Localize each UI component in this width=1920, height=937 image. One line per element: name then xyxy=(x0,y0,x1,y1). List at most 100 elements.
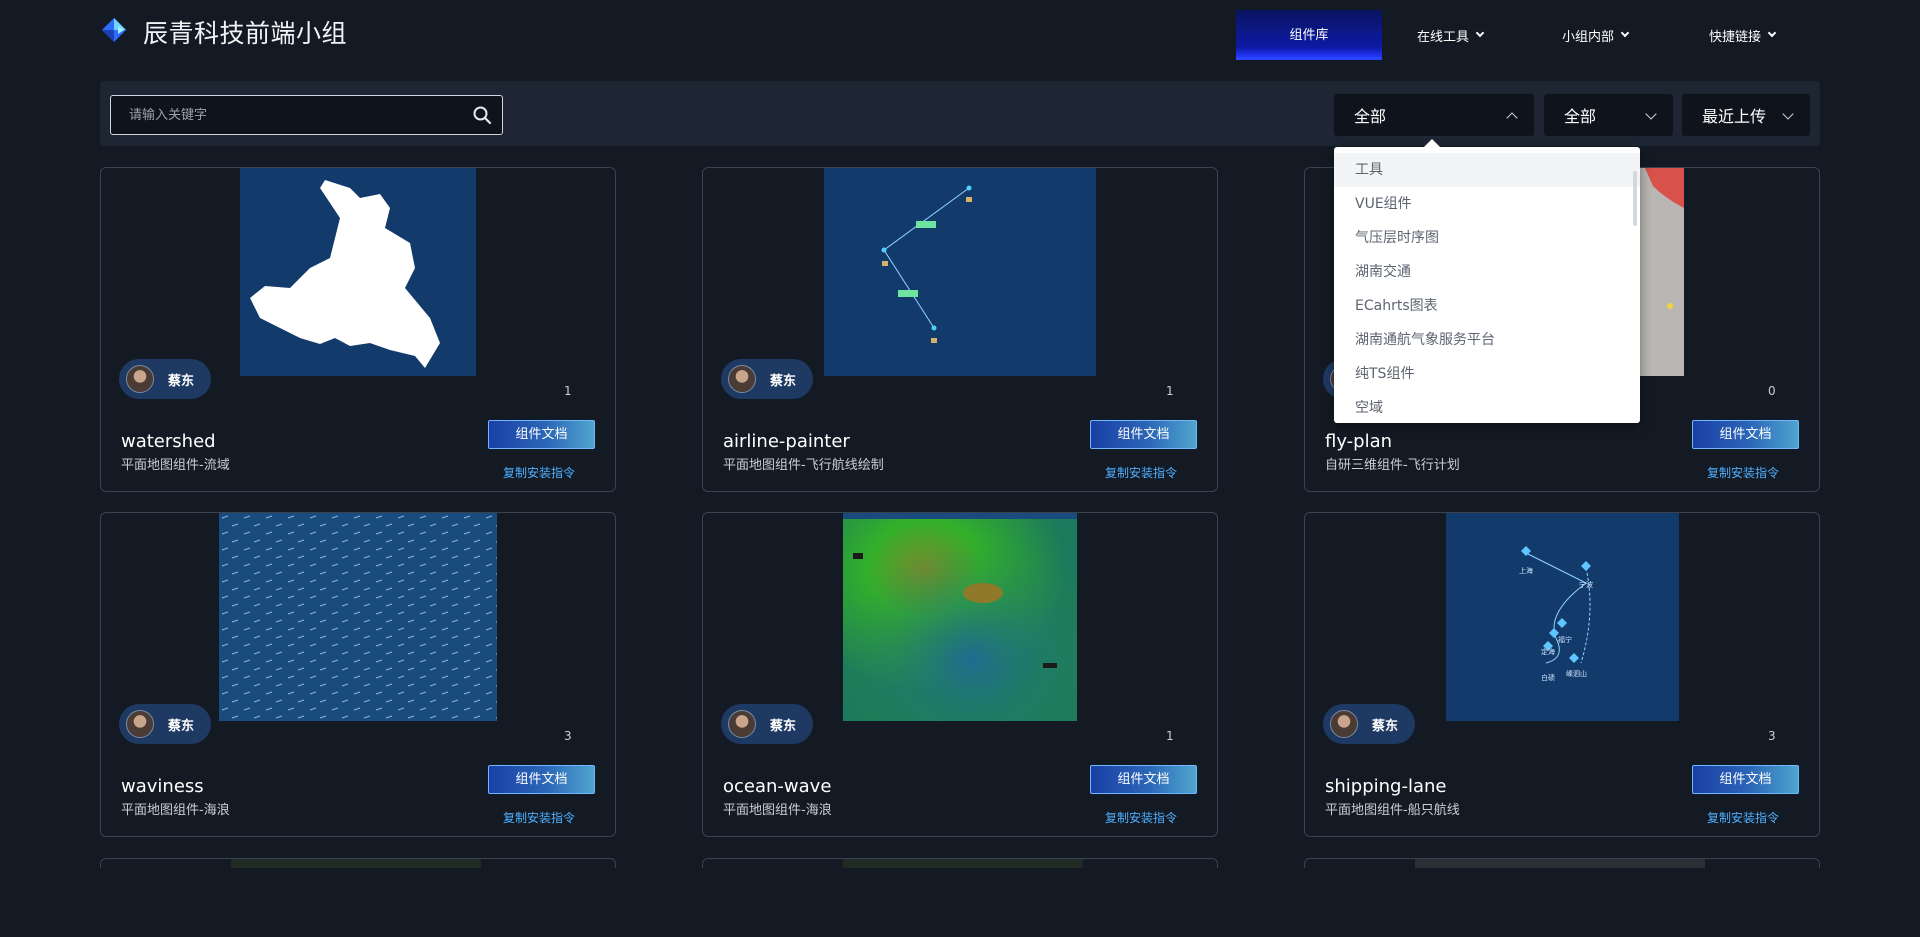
author-badge: 蔡东 xyxy=(721,359,813,399)
copy-install-link[interactable]: 复制安装指令 xyxy=(1707,464,1779,481)
author-name: 蔡东 xyxy=(770,373,797,389)
nav-label: 组件库 xyxy=(1289,28,1329,43)
component-doc-button[interactable]: 组件文档 xyxy=(1692,765,1799,794)
component-card[interactable]: 蔡东 1 ocean-wave 平面地图组件-海浪 组件文档 复制安装指令 xyxy=(702,512,1218,837)
sort-select-value: 最近上传 xyxy=(1702,107,1767,126)
nav-component-library[interactable]: 组件库 xyxy=(1236,10,1382,60)
component-doc-button[interactable]: 组件文档 xyxy=(1090,420,1197,449)
card-subtitle: 平面地图组件-海浪 xyxy=(723,803,832,818)
map-label: 宁波 xyxy=(1579,580,1593,589)
component-doc-button[interactable]: 组件文档 xyxy=(488,420,595,449)
card-subtitle: 自研三维组件-飞行计划 xyxy=(1325,458,1460,473)
waviness-thumbnail xyxy=(219,513,497,721)
nav-quick-links[interactable]: 快捷链接 xyxy=(1690,10,1794,60)
component-card[interactable]: 蔡东 1 watershed 平面地图组件-流域 组件文档 复制安装指令 xyxy=(100,167,616,492)
search-input[interactable] xyxy=(129,96,459,134)
map-label: 白碛 xyxy=(1541,673,1555,682)
dropdown-caret xyxy=(1424,139,1440,147)
dropdown-option[interactable]: 工具 xyxy=(1334,153,1640,187)
author-name: 蔡东 xyxy=(770,718,797,734)
author-badge: 蔡东 xyxy=(119,704,211,744)
avatar xyxy=(126,365,154,393)
logo-icon xyxy=(102,18,126,42)
card-title[interactable]: fly-plan xyxy=(1325,431,1392,452)
author-badge: 蔡东 xyxy=(721,704,813,744)
author-badge: 蔡东 xyxy=(119,359,211,399)
avatar xyxy=(1330,710,1358,738)
avatar xyxy=(126,710,154,738)
search-icon[interactable] xyxy=(472,105,492,125)
download-count: 3 xyxy=(564,729,572,743)
card-title[interactable]: ocean-wave xyxy=(723,776,831,797)
nav-label: 小组内部 xyxy=(1561,29,1614,45)
component-card-partial[interactable] xyxy=(702,858,1218,868)
shipping-lane-thumbnail: 上海 宁波 福宁 定海 白碛 嵊泗山 xyxy=(1446,513,1679,721)
dropdown-option[interactable]: 湖南通航气象服务平台 xyxy=(1334,323,1640,357)
sort-select[interactable]: 最近上传 xyxy=(1682,94,1810,136)
component-card[interactable]: 蔡东 1 airline-painter 平面地图组件-飞行航线绘制 组件文档 … xyxy=(702,167,1218,492)
dropdown-option[interactable]: 气压层时序图 xyxy=(1334,221,1640,255)
author-name: 蔡东 xyxy=(168,718,195,734)
map-label: 嵊泗山 xyxy=(1566,669,1587,678)
dropdown-scrollbar[interactable] xyxy=(1633,171,1637,226)
category-select-value: 全部 xyxy=(1354,107,1387,126)
download-count: 3 xyxy=(1768,729,1776,743)
nav-online-tools[interactable]: 在线工具 xyxy=(1400,10,1500,60)
author-name: 蔡东 xyxy=(1372,718,1399,734)
search-box xyxy=(110,95,503,135)
thumbnail-partial xyxy=(843,859,1083,868)
download-count: 1 xyxy=(564,384,572,398)
card-subtitle: 平面地图组件-流域 xyxy=(121,458,230,473)
dropdown-option[interactable]: VUE组件 xyxy=(1334,187,1640,221)
copy-install-link[interactable]: 复制安装指令 xyxy=(1707,809,1779,826)
download-count: 0 xyxy=(1768,384,1776,398)
copy-install-link[interactable]: 复制安装指令 xyxy=(1105,809,1177,826)
dropdown-option[interactable]: ECahrts图表 xyxy=(1334,289,1640,323)
component-card-partial[interactable] xyxy=(100,858,616,868)
chevron-up-icon xyxy=(1506,112,1518,124)
map-label: 福宁 xyxy=(1558,635,1572,644)
chevron-down-icon xyxy=(1767,28,1777,38)
card-subtitle: 平面地图组件-海浪 xyxy=(121,803,230,818)
component-card[interactable]: 上海 宁波 福宁 定海 白碛 嵊泗山 蔡东 3 shipping-lane 平面… xyxy=(1304,512,1820,837)
component-doc-button[interactable]: 组件文档 xyxy=(1692,420,1799,449)
download-count: 1 xyxy=(1166,729,1174,743)
card-title[interactable]: airline-painter xyxy=(723,431,850,452)
author-name: 蔡东 xyxy=(168,373,195,389)
brand-title: 辰青科技前端小组 xyxy=(143,19,348,48)
card-title[interactable]: watershed xyxy=(121,431,216,452)
component-doc-button[interactable]: 组件文档 xyxy=(1090,765,1197,794)
ocean-wave-thumbnail xyxy=(843,513,1077,721)
component-card-partial[interactable] xyxy=(1304,858,1820,868)
category-select[interactable]: 全部 xyxy=(1334,94,1534,136)
avatar xyxy=(728,710,756,738)
copy-install-link[interactable]: 复制安装指令 xyxy=(503,464,575,481)
card-title[interactable]: waviness xyxy=(121,776,204,797)
top-bar: 辰青科技前端小组 组件库 在线工具 小组内部 快捷链接 xyxy=(0,0,1920,62)
copy-install-link[interactable]: 复制安装指令 xyxy=(503,809,575,826)
component-doc-button[interactable]: 组件文档 xyxy=(488,765,595,794)
thumbnail-partial xyxy=(1415,859,1705,868)
download-count: 1 xyxy=(1166,384,1174,398)
card-subtitle: 平面地图组件-飞行航线绘制 xyxy=(723,458,884,473)
filter-bar: 全部 全部 最近上传 xyxy=(100,81,1820,146)
dropdown-option[interactable]: 纯TS组件 xyxy=(1334,357,1640,391)
watershed-map-thumbnail xyxy=(240,168,476,376)
nav-label: 在线工具 xyxy=(1416,29,1469,45)
type-select-value: 全部 xyxy=(1564,107,1597,126)
dropdown-option[interactable]: 空域 xyxy=(1334,391,1640,423)
component-card[interactable]: 蔡东 3 waviness 平面地图组件-海浪 组件文档 复制安装指令 xyxy=(100,512,616,837)
category-dropdown-menu: 工具 VUE组件 气压层时序图 湖南交通 ECahrts图表 湖南通航气象服务平… xyxy=(1334,147,1640,423)
airline-route-thumbnail xyxy=(824,168,1096,376)
thumbnail-partial xyxy=(231,859,481,868)
map-label: 定海 xyxy=(1541,647,1555,656)
nav-team-internal[interactable]: 小组内部 xyxy=(1545,10,1645,60)
type-select[interactable]: 全部 xyxy=(1544,94,1673,136)
chevron-down-icon xyxy=(1620,28,1630,38)
chevron-down-icon xyxy=(1645,108,1657,120)
chevron-down-icon xyxy=(1782,108,1794,120)
card-subtitle: 平面地图组件-船只航线 xyxy=(1325,803,1460,818)
copy-install-link[interactable]: 复制安装指令 xyxy=(1105,464,1177,481)
card-title[interactable]: shipping-lane xyxy=(1325,776,1446,797)
dropdown-option[interactable]: 湖南交通 xyxy=(1334,255,1640,289)
